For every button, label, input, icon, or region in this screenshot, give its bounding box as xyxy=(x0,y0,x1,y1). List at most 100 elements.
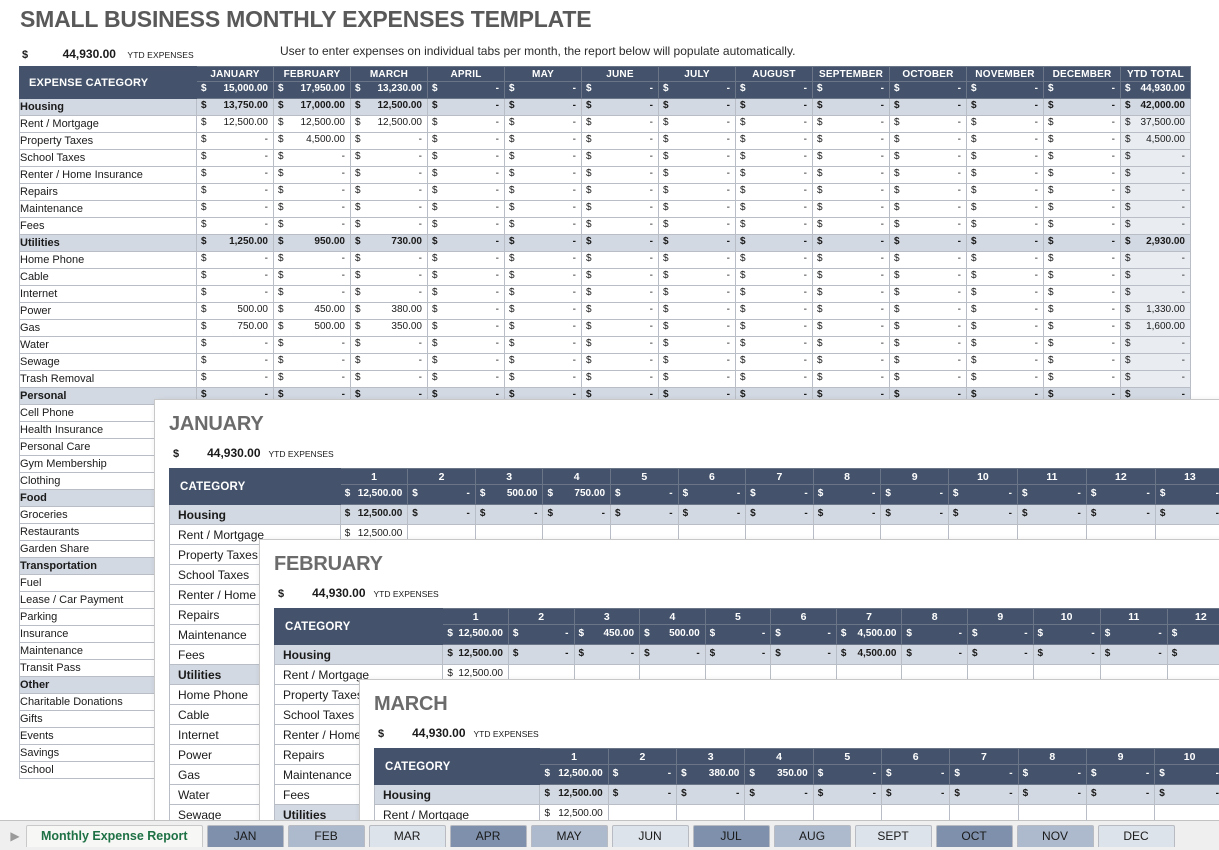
amount-cell[interactable]: $- xyxy=(350,166,428,184)
amount-cell[interactable]: $12,500.00 xyxy=(539,784,609,805)
amount-cell[interactable]: $- xyxy=(196,285,274,303)
day-total-cell[interactable]: $- xyxy=(1085,484,1156,505)
amount-cell[interactable]: $- xyxy=(658,285,736,303)
table-row[interactable]: Repairs $ - $ - $ - $ - $ - $ - $ - $ - $ - $ - $ - $ - $ - xyxy=(19,183,1191,201)
category-label[interactable]: Water xyxy=(19,336,197,354)
amount-cell[interactable]: $- xyxy=(196,166,274,184)
amount-cell[interactable]: $- xyxy=(273,370,351,388)
day-header-8[interactable]: 8 xyxy=(812,468,882,485)
amount-cell[interactable]: $- xyxy=(581,285,659,303)
day-header-4[interactable]: 4 xyxy=(744,748,814,765)
amount-cell[interactable]: $- xyxy=(966,115,1044,133)
category-label[interactable]: Renter / Home Insurance xyxy=(19,166,197,184)
table-row[interactable]: Housing $12,500.00 $ - $ - $ - $ - $ - $4,500.00 $ - $ -… xyxy=(273,644,1219,665)
table-row[interactable]: Internet $ - $ - $ - $ - $ - $ - $ - $ - $ - $ - $ - $ - $ - xyxy=(19,285,1191,303)
amount-cell[interactable]: $- xyxy=(1043,302,1121,320)
amount-cell[interactable]: $- xyxy=(1043,166,1121,184)
amount-cell[interactable]: $- xyxy=(350,370,428,388)
amount-cell[interactable]: $- xyxy=(966,353,1044,371)
amount-cell[interactable]: $- xyxy=(504,234,582,252)
amount-cell[interactable]: $- xyxy=(581,200,659,218)
category-label[interactable]: Home Phone xyxy=(19,251,197,269)
amount-cell[interactable]: $- xyxy=(427,234,505,252)
amount-cell[interactable]: $12,500.00 xyxy=(273,115,351,133)
amount-cell[interactable]: $- xyxy=(1154,784,1219,805)
table-row[interactable]: Renter / Home Insurance $ - $ - $ - $ - $ - $ - $ - $ - $… xyxy=(19,166,1191,184)
amount-cell[interactable]: $- xyxy=(196,353,274,371)
day-header-5[interactable]: 5 xyxy=(812,748,883,765)
amount-cell[interactable]: $- xyxy=(427,217,505,235)
ytd-cell[interactable]: $37,500.00 xyxy=(1120,115,1191,133)
amount-cell[interactable]: $- xyxy=(735,285,813,303)
month-header-july[interactable]: JULY xyxy=(658,66,736,82)
day-header-7[interactable]: 7 xyxy=(835,608,903,625)
day-header-3[interactable]: 3 xyxy=(474,468,544,485)
amount-cell[interactable]: $- xyxy=(504,319,582,337)
amount-cell[interactable]: $- xyxy=(889,234,967,252)
amount-cell[interactable]: $- xyxy=(273,149,351,167)
amount-cell[interactable]: $- xyxy=(735,268,813,286)
table-row[interactable]: Housing $13,750.00 $17,000.00 $12,500.00 $ - $… xyxy=(19,98,1191,116)
amount-cell[interactable]: $- xyxy=(677,504,747,525)
amount-cell[interactable]: $- xyxy=(658,370,736,388)
category-label[interactable]: Trash Removal xyxy=(19,370,197,388)
category-group-label[interactable]: Housing xyxy=(373,784,541,805)
amount-cell[interactable]: $- xyxy=(350,132,428,150)
amount-cell[interactable]: $750.00 xyxy=(196,319,274,337)
amount-cell[interactable]: $- xyxy=(880,504,949,525)
amount-cell[interactable]: $- xyxy=(196,251,274,269)
amount-cell[interactable]: $- xyxy=(812,98,890,116)
day-total-cell[interactable]: $750.00 xyxy=(542,484,612,505)
table-row[interactable]: Housing $12,500.00 $ - $ - $ - $ - $ - $ - $ - $ - $ - xyxy=(373,784,1219,805)
ytd-cell[interactable]: $1,330.00 xyxy=(1120,302,1191,320)
amount-cell[interactable]: $- xyxy=(427,149,505,167)
amount-cell[interactable]: $- xyxy=(658,115,736,133)
amount-cell[interactable]: $350.00 xyxy=(350,319,428,337)
category-label[interactable]: Internet xyxy=(19,285,197,303)
table-row[interactable]: Home Phone $ - $ - $ - $ - $ - $ - $ - $ - $ - $ - $ - $ - $ - xyxy=(19,251,1191,269)
day-total-cell[interactable]: $4,500.00 xyxy=(835,624,903,645)
amount-cell[interactable]: $- xyxy=(735,200,813,218)
amount-cell[interactable]: $- xyxy=(658,234,736,252)
ytd-cell[interactable]: $4,500.00 xyxy=(1120,132,1191,150)
category-group-label[interactable]: Housing xyxy=(273,644,444,665)
month-header-march[interactable]: MARCH xyxy=(350,66,428,82)
category-label[interactable]: School Taxes xyxy=(19,149,197,167)
month-total-cell[interactable]: $ - xyxy=(581,81,659,99)
amount-cell[interactable]: $- xyxy=(427,115,505,133)
table-row[interactable]: Maintenance$-$-$-$-$-$-$-$-$-$-$-$-$- xyxy=(19,200,1191,218)
amount-cell[interactable]: $- xyxy=(658,149,736,167)
table-row[interactable]: Fees $ - $ - $ - $ - $ - $ - $ - $ - $ - $ - $ - $ - $ - xyxy=(19,217,1191,235)
amount-cell[interactable]: $- xyxy=(1043,370,1121,388)
amount-cell[interactable]: $950.00 xyxy=(273,234,351,252)
amount-cell[interactable]: $- xyxy=(581,132,659,150)
amount-cell[interactable]: $- xyxy=(504,268,582,286)
day-header-3[interactable]: 3 xyxy=(573,608,641,625)
day-header-6[interactable]: 6 xyxy=(677,468,747,485)
amount-cell[interactable]: $- xyxy=(1043,115,1121,133)
amount-cell[interactable]: $- xyxy=(966,217,1044,235)
month-header-june[interactable]: JUNE xyxy=(581,66,659,82)
month-total-cell[interactable]: $13,230.00 xyxy=(350,81,428,99)
ytd-cell[interactable]: $2,930.00 xyxy=(1120,234,1191,252)
day-total-cell[interactable]: $- xyxy=(607,764,678,785)
amount-cell[interactable]: $- xyxy=(504,285,582,303)
month-total-cell[interactable]: $17,950.00 xyxy=(273,81,351,99)
amount-cell[interactable]: $- xyxy=(880,784,951,805)
amount-cell[interactable]: $- xyxy=(812,319,890,337)
amount-cell[interactable]: $- xyxy=(966,251,1044,269)
amount-cell[interactable]: $- xyxy=(1043,132,1121,150)
sheet-tab-mar[interactable]: MAR xyxy=(368,824,446,847)
day-total-cell[interactable]: $- xyxy=(1154,484,1219,505)
amount-cell[interactable]: $- xyxy=(196,268,274,286)
day-total-cell[interactable]: $- xyxy=(947,484,1018,505)
day-total-cell[interactable]: $12,500.00 xyxy=(539,764,609,785)
category-label[interactable]: Maintenance xyxy=(19,200,197,218)
day-header-10[interactable]: 10 xyxy=(1032,608,1101,625)
day-total-cell[interactable]: $- xyxy=(966,624,1034,645)
amount-cell[interactable]: $- xyxy=(966,302,1044,320)
day-header-4[interactable]: 4 xyxy=(639,608,706,625)
day-header-6[interactable]: 6 xyxy=(880,748,951,765)
amount-cell[interactable]: $- xyxy=(966,370,1044,388)
amount-cell[interactable]: $- xyxy=(735,98,813,116)
